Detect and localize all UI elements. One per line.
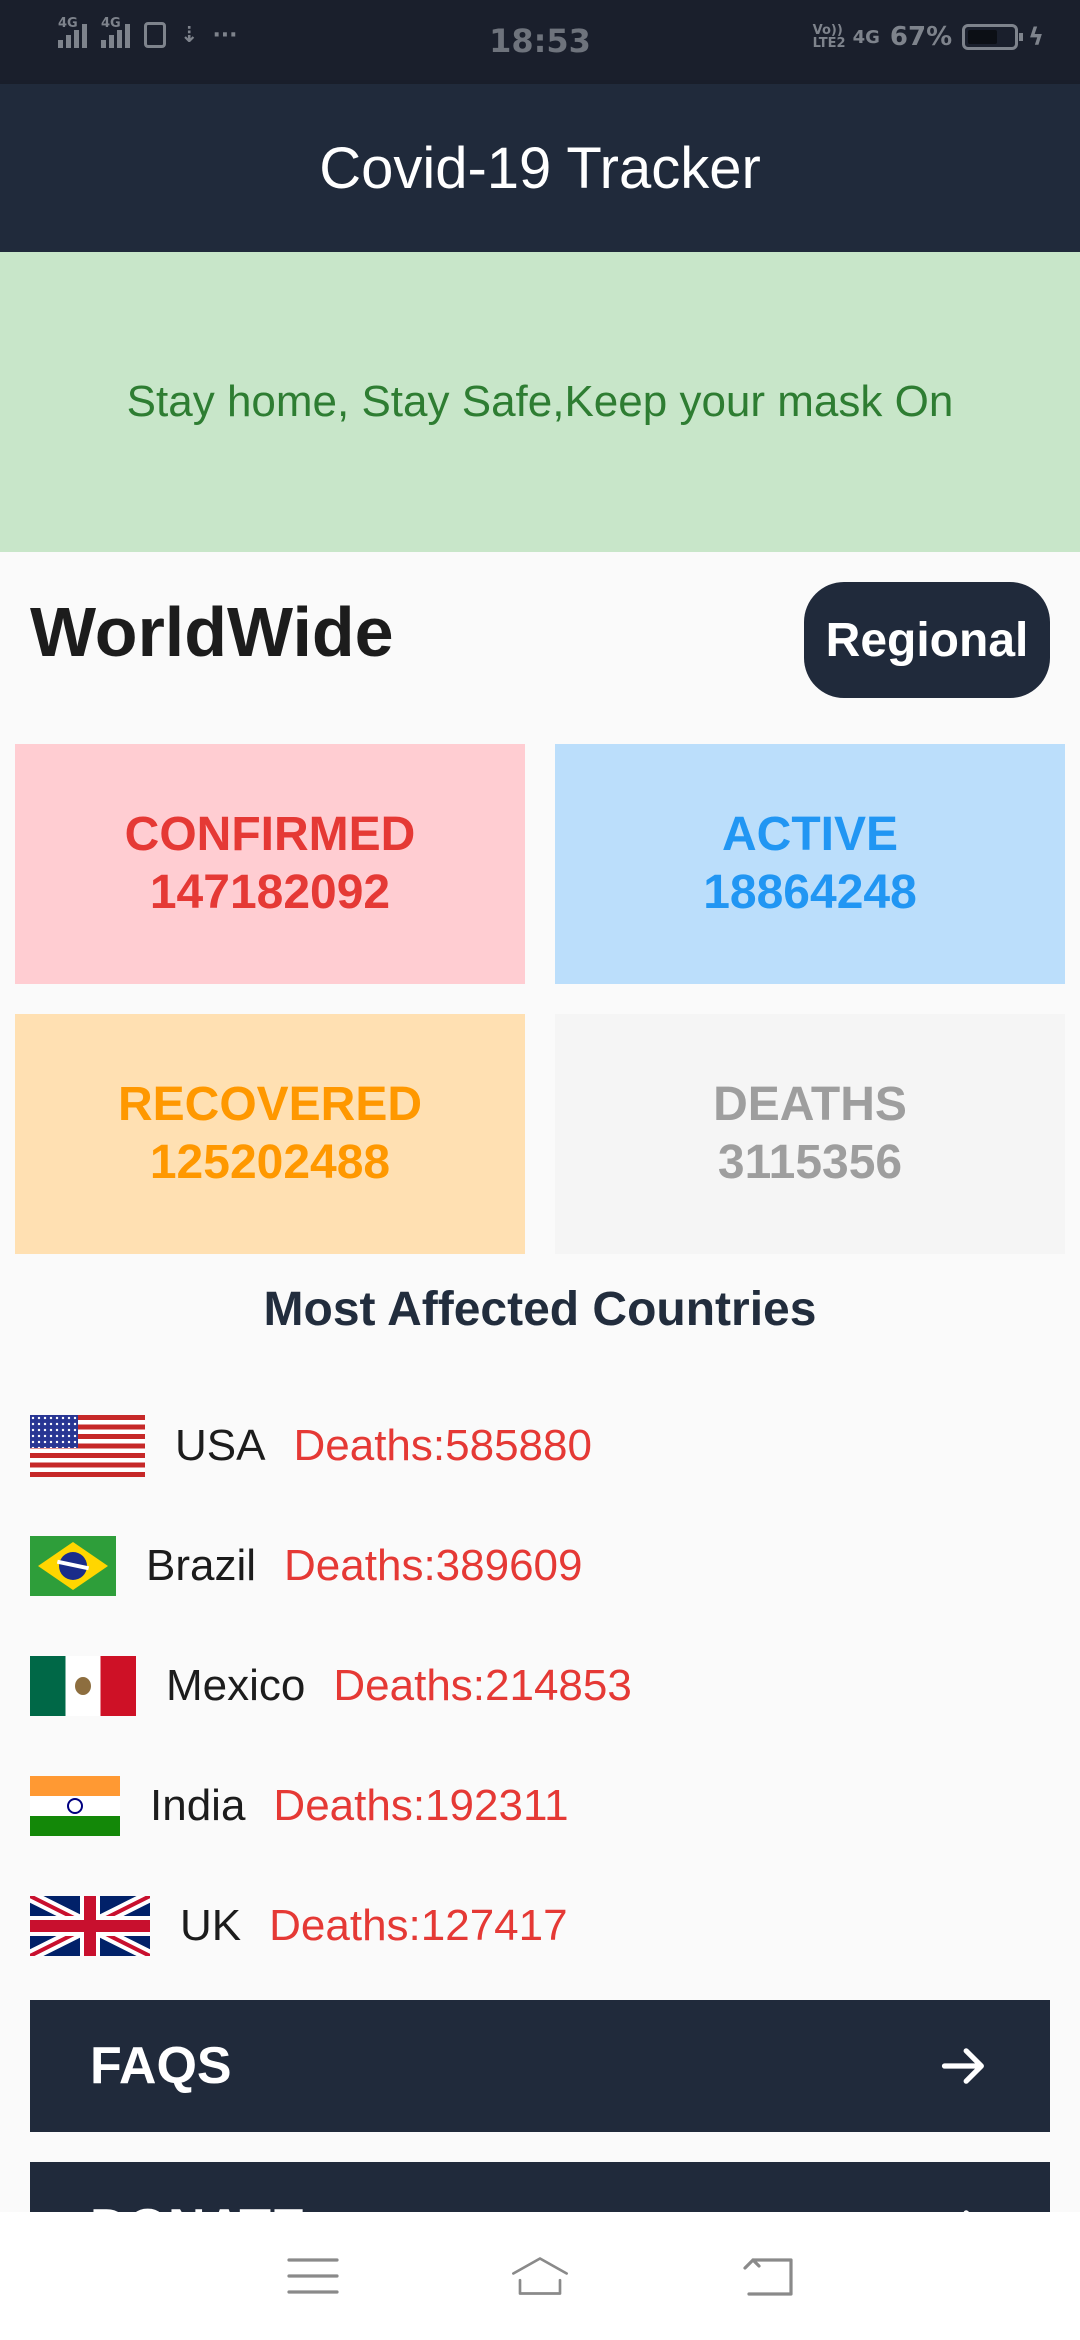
- country-deaths: Deaths:585880: [293, 1421, 592, 1470]
- banner-text: Stay home, Stay Safe,Keep your mask On: [126, 377, 954, 426]
- deaths-card: DEATHS 3115356: [555, 1014, 1065, 1254]
- country-deaths: Deaths:214853: [333, 1661, 632, 1710]
- deaths-value: 3115356: [717, 1136, 903, 1189]
- back-icon[interactable]: [737, 2246, 797, 2306]
- regional-button[interactable]: Regional: [804, 582, 1050, 698]
- country-row-mexico: Mexico Deaths:214853: [30, 1646, 632, 1726]
- recovered-label: RECOVERED: [117, 1078, 423, 1131]
- system-nav-bar: [0, 2212, 1080, 2340]
- safety-banner: Stay home, Stay Safe,Keep your mask On: [0, 252, 1080, 552]
- country-row-brazil: Brazil Deaths:389609: [30, 1526, 583, 1606]
- app-title: Covid-19 Tracker: [319, 135, 761, 201]
- country-deaths: Deaths:127417: [269, 1901, 568, 1950]
- country-row-india: India Deaths:192311: [30, 1766, 569, 1846]
- country-name: Brazil: [146, 1541, 257, 1590]
- deaths-label: DEATHS: [713, 1078, 907, 1131]
- usa-flag-icon: [30, 1415, 145, 1477]
- country-name: UK: [180, 1901, 242, 1950]
- active-card: ACTIVE 18864248: [555, 744, 1065, 984]
- country-deaths: Deaths:389609: [284, 1541, 583, 1590]
- country-deaths: Deaths:192311: [273, 1781, 569, 1830]
- active-label: ACTIVE: [721, 808, 898, 861]
- india-flag-icon: [30, 1776, 120, 1836]
- status-right-icons: Vo)) LTE2 4G 67% ϟ: [813, 22, 1044, 52]
- network-4g-icon: 4G: [852, 26, 880, 48]
- faqs-label: FAQS: [90, 2037, 232, 2095]
- status-bar: 4G 4G ⇣ ··· 18:53 Vo)) LTE2 4G 67% ϟ: [0, 0, 1080, 84]
- volte-icon: Vo)) LTE2: [812, 23, 846, 51]
- battery-percent: 67%: [889, 22, 953, 52]
- arrow-right-icon: [941, 2048, 984, 2084]
- confirmed-value: 147182092: [149, 866, 391, 919]
- menu-icon[interactable]: [283, 2246, 343, 2306]
- most-affected-title: Most Affected Countries: [263, 1283, 817, 1336]
- recovered-card: RECOVERED 125202488: [15, 1014, 525, 1254]
- confirmed-card: CONFIRMED 147182092: [15, 744, 525, 984]
- app-bar: Covid-19 Tracker: [0, 84, 1080, 252]
- faqs-button[interactable]: FAQS: [30, 2000, 1050, 2132]
- uk-flag-icon: [30, 1896, 150, 1956]
- charging-icon: ϟ: [1028, 23, 1044, 51]
- country-name: Mexico: [166, 1661, 306, 1710]
- confirmed-label: CONFIRMED: [124, 808, 416, 861]
- country-row-usa: USA Deaths:585880: [30, 1406, 592, 1486]
- country-name: India: [150, 1781, 246, 1830]
- home-icon[interactable]: [510, 2246, 570, 2306]
- brazil-flag-icon: [30, 1536, 116, 1596]
- section-title: WorldWide: [30, 593, 394, 671]
- country-row-uk: UK Deaths:127417: [30, 1886, 568, 1966]
- country-name: USA: [175, 1421, 266, 1470]
- mexico-flag-icon: [30, 1656, 136, 1716]
- battery-icon: [962, 24, 1024, 50]
- recovered-value: 125202488: [149, 1136, 391, 1189]
- active-value: 18864248: [703, 866, 917, 919]
